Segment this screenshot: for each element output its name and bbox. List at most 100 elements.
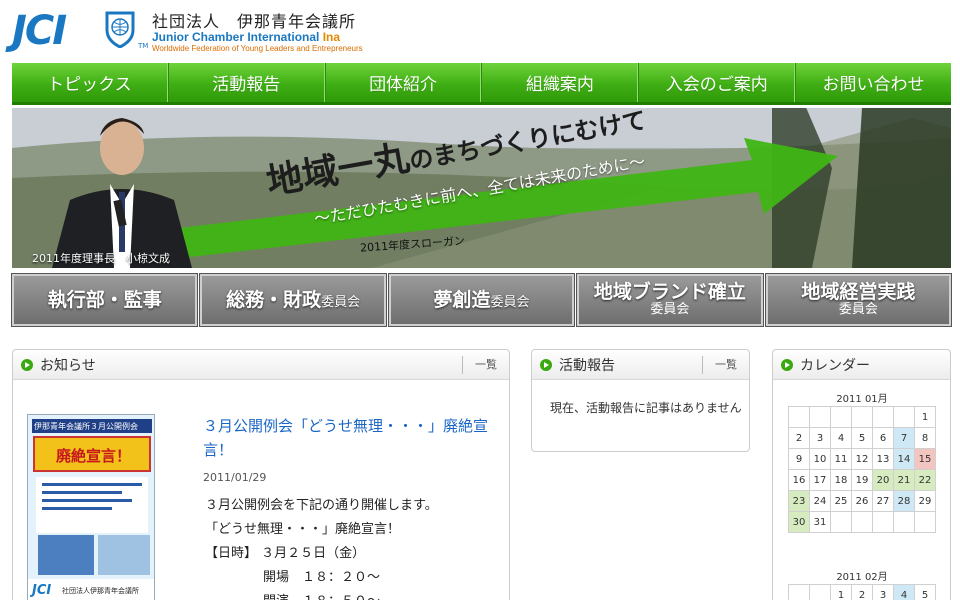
calendar-day[interactable]: 27 bbox=[872, 490, 894, 512]
arrow-bullet-icon bbox=[540, 358, 552, 371]
committee-dream[interactable]: 夢創造委員会 bbox=[387, 273, 576, 327]
calendar-day[interactable]: 1 bbox=[830, 584, 852, 600]
calendar-day[interactable]: 16 bbox=[788, 469, 810, 491]
calendar-month-label: 2011 02月 bbox=[836, 572, 888, 583]
committee-label: 総務・財政 bbox=[226, 288, 322, 311]
calendar-day[interactable]: 30 bbox=[788, 511, 810, 533]
committee-label: 夢創造 bbox=[433, 288, 491, 311]
trademark-mark: TM bbox=[138, 42, 149, 50]
calendar-day[interactable]: 23 bbox=[788, 490, 810, 512]
calendar-day[interactable]: 3 bbox=[872, 584, 894, 600]
arrow-bullet-icon bbox=[781, 358, 793, 371]
news-poster-thumbnail[interactable]: 伊那青年会議所３月公開例会 廃絶宣言！ JCI 社団法人伊那青年会議所 bbox=[27, 414, 155, 600]
news-panel-title: お知らせ bbox=[40, 357, 96, 374]
activity-empty-message: 現在、活動報告に記事はありません bbox=[550, 401, 742, 415]
activity-panel: 活動報告 一覧 現在、活動報告に記事はありません bbox=[531, 349, 750, 452]
committee-suffix: 委員会 bbox=[490, 294, 530, 310]
calendar-day bbox=[872, 406, 894, 428]
activity-list-link[interactable]: 一覧 bbox=[702, 356, 749, 374]
nav-membership[interactable]: 入会のご案内 bbox=[638, 63, 796, 102]
calendar-day[interactable]: 28 bbox=[893, 490, 915, 512]
calendar-day[interactable]: 18 bbox=[830, 469, 852, 491]
calendar-day[interactable]: 12 bbox=[851, 448, 873, 470]
calendar-day[interactable]: 6 bbox=[872, 427, 894, 449]
news-panel-header: お知らせ 一覧 bbox=[13, 350, 509, 380]
shield-icon bbox=[105, 11, 135, 48]
nav-organization[interactable]: 組織案内 bbox=[481, 63, 639, 102]
calendar-day bbox=[914, 511, 936, 533]
committee-regional-management[interactable]: 地域経営実践 委員会 bbox=[764, 273, 953, 327]
nav-contact[interactable]: お問い合わせ bbox=[795, 63, 951, 102]
calendar-day[interactable]: 14 bbox=[893, 448, 915, 470]
logo-jci-text: JCI bbox=[12, 8, 67, 54]
poster-image bbox=[28, 415, 154, 600]
calendar-week: 30 31 bbox=[788, 511, 936, 533]
jci-logo[interactable]: JCI TM bbox=[12, 8, 148, 54]
calendar-day[interactable]: 22 bbox=[914, 469, 936, 491]
calendar-day[interactable]: 5 bbox=[914, 584, 936, 600]
committee-executive[interactable]: 執行部・監事 bbox=[10, 273, 199, 327]
activity-panel-header: 活動報告 一覧 bbox=[532, 350, 749, 380]
calendar-day bbox=[830, 511, 852, 533]
calendar-day[interactable]: 25 bbox=[830, 490, 852, 512]
calendar-day[interactable]: 20 bbox=[872, 469, 894, 491]
calendar-day[interactable]: 31 bbox=[809, 511, 831, 533]
news-body-line: 開場 １８：２０～ bbox=[263, 570, 381, 585]
calendar-day[interactable]: 9 bbox=[788, 448, 810, 470]
calendar-week: 16 17 18 19 20 21 22 bbox=[788, 469, 936, 491]
calendar-day[interactable]: 19 bbox=[851, 469, 873, 491]
news-body-line: 「どうせ無理・・・」廃絶宣言！ bbox=[205, 522, 401, 537]
calendar-day[interactable]: 2 bbox=[851, 584, 873, 600]
calendar-day[interactable]: 2 bbox=[788, 427, 810, 449]
news-panel: お知らせ 一覧 伊那青年会議所３月公開例会 廃絶宣言！ JCI 社団法人伊那青年… bbox=[12, 349, 510, 600]
calendar-day bbox=[893, 406, 915, 428]
committee-general-affairs[interactable]: 総務・財政委員会 bbox=[199, 273, 387, 327]
hero-banner: 地域一丸のまちづくりにむけて ～ただひたむきに前へ、全ては未来のために～ 201… bbox=[12, 108, 951, 268]
calendar-week: 1 2 3 4 5 bbox=[788, 584, 936, 600]
calendar-day bbox=[851, 511, 873, 533]
poster-footer: 社団法人伊那青年会議所 bbox=[62, 587, 139, 595]
committee-label: 地域ブランド確立 bbox=[593, 281, 746, 304]
committee-regional-brand[interactable]: 地域ブランド確立 委員会 bbox=[576, 273, 764, 327]
committee-label: 執行部・監事 bbox=[47, 288, 162, 311]
news-body-line: 開演 １８：５０～ bbox=[205, 590, 438, 600]
calendar-day bbox=[872, 511, 894, 533]
global-nav: トピックス 活動報告 団体紹介 組織案内 入会のご案内 お問い合わせ bbox=[12, 63, 951, 105]
calendar-day[interactable]: 26 bbox=[851, 490, 873, 512]
arrow-bullet-icon bbox=[21, 358, 33, 371]
calendar-day[interactable]: 7 bbox=[893, 427, 915, 449]
calendar-week: 9 10 11 12 13 14 15 bbox=[788, 448, 936, 470]
calendar-day[interactable]: 21 bbox=[893, 469, 915, 491]
nav-about[interactable]: 団体紹介 bbox=[324, 63, 482, 102]
news-item-title-link[interactable]: ３月公開例会「どうせ無理・・・」廃絶宣言！ bbox=[203, 414, 503, 462]
calendar-day[interactable]: 8 bbox=[914, 427, 936, 449]
calendar-week: 1 bbox=[788, 406, 936, 428]
poster-headline: 廃絶宣言！ bbox=[56, 447, 132, 465]
calendar-panel: カレンダー 2011 01月 1 2 3 4 5 6 7 8 9 10 11 1… bbox=[772, 349, 951, 600]
news-item-date: 2011/01/29 bbox=[203, 471, 267, 484]
calendar-day[interactable]: 24 bbox=[809, 490, 831, 512]
calendar-day[interactable]: 17 bbox=[809, 469, 831, 491]
activity-panel-title: 活動報告 bbox=[559, 357, 615, 374]
calendar-day[interactable]: 5 bbox=[851, 427, 873, 449]
calendar-day[interactable]: 11 bbox=[830, 448, 852, 470]
calendar-day[interactable]: 29 bbox=[914, 490, 936, 512]
calendar-day[interactable]: 10 bbox=[809, 448, 831, 470]
calendar-day bbox=[851, 406, 873, 428]
calendar-day[interactable]: 4 bbox=[830, 427, 852, 449]
calendar-day[interactable]: 4 bbox=[893, 584, 915, 600]
org-name-en: Junior Chamber International Ina bbox=[152, 30, 340, 44]
committee-second-line: 委員会 bbox=[650, 302, 690, 318]
calendar-panel-title: カレンダー bbox=[800, 357, 870, 374]
calendar-day[interactable]: 3 bbox=[809, 427, 831, 449]
org-en-place: Ina bbox=[322, 30, 341, 44]
calendar-day[interactable]: 15 bbox=[914, 448, 936, 470]
calendar-day[interactable]: 1 bbox=[914, 406, 936, 428]
nav-topics[interactable]: トピックス bbox=[12, 63, 168, 102]
nav-activity-report[interactable]: 活動報告 bbox=[167, 63, 325, 102]
calendar-month-label: 2011 01月 bbox=[836, 394, 888, 405]
news-list-link[interactable]: 一覧 bbox=[462, 356, 509, 374]
committee-menu: 執行部・監事 総務・財政委員会 夢創造委員会 地域ブランド確立 委員会 地域経営… bbox=[10, 273, 953, 327]
committee-suffix: 委員会 bbox=[321, 294, 361, 310]
calendar-day[interactable]: 13 bbox=[872, 448, 894, 470]
